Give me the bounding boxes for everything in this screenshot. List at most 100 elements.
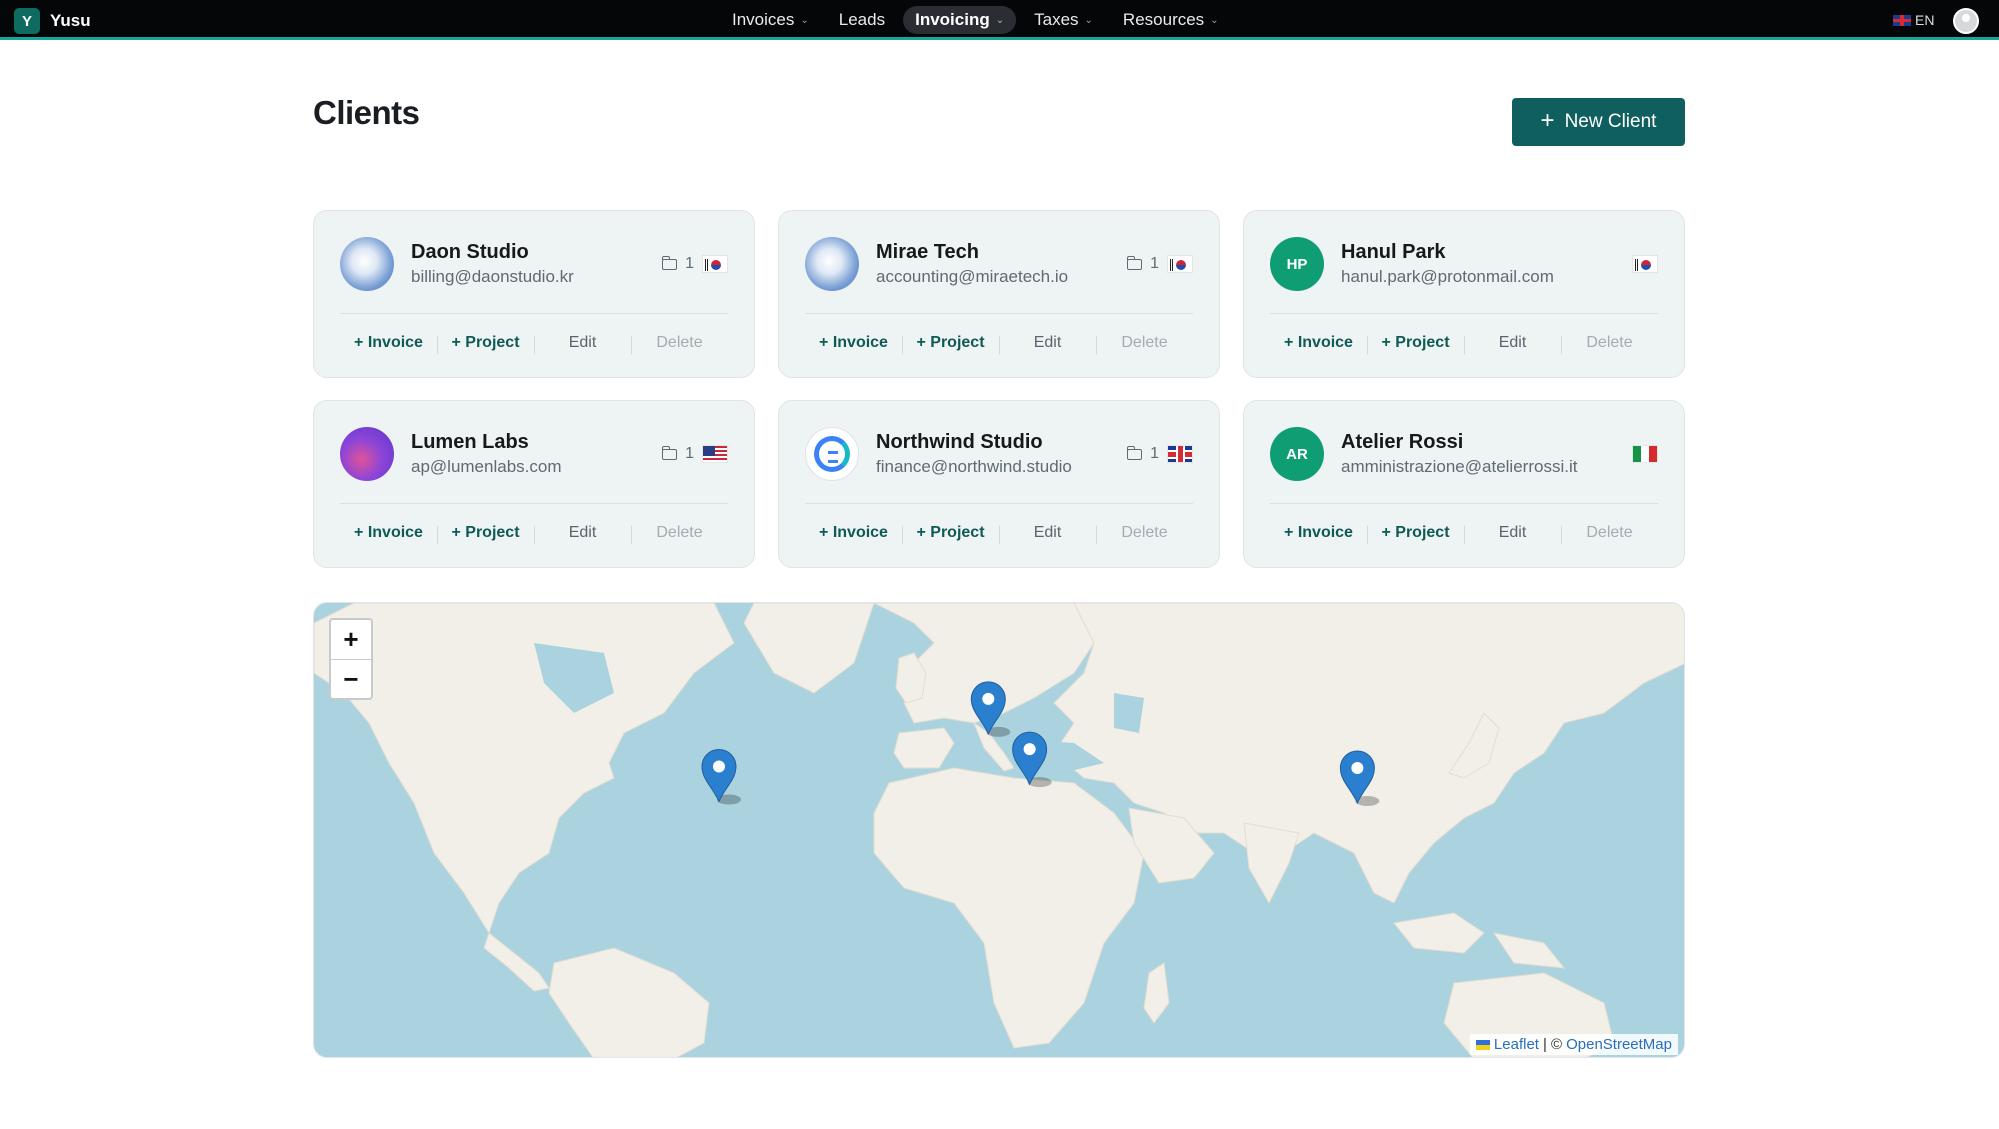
client-card: Daon Studio billing@daonstudio.kr 1 + In… [313,210,755,378]
client-initials: AR [1286,445,1308,463]
client-info: Atelier Rossi amministrazione@atelierros… [1341,429,1632,479]
edit-client-button[interactable]: Edit [999,334,1096,354]
client-name[interactable]: Lumen Labs [411,429,662,455]
pin-center-dot [1023,743,1036,756]
pin-center-dot [1351,762,1364,774]
top-navbar: Y Yusu Invoices ⌄ Leads Invoicing ⌄ Taxes ⌄… [0,0,1999,40]
add-project-button[interactable]: + Project [437,334,534,354]
kr-flag-icon [1167,255,1193,273]
kr-flag-icon [702,255,728,273]
chevron-down-icon: ⌄ [1210,14,1219,26]
us-flag-icon [702,445,728,463]
kr-flag-icon [1632,255,1658,273]
client-name[interactable]: Hanul Park [1341,239,1632,265]
card-actions: + Invoice + Project Edit Delete [1270,513,1658,553]
client-info: Mirae Tech accounting@miraetech.io [876,239,1127,289]
nav-label: Resources [1122,10,1205,29]
client-meta: 1 [661,255,728,273]
client-name[interactable]: Atelier Rossi [1341,429,1632,455]
client-header: HP Hanul Park hanul.park@protonmail.com [1270,237,1658,291]
project-count: 1 [685,445,694,462]
delete-client-button[interactable]: Delete [1561,524,1658,544]
user-avatar[interactable] [1953,8,1979,34]
client-avatar [805,427,859,481]
uk-flag-icon [1893,14,1911,26]
brand-logo[interactable]: Y Yusu [14,8,91,34]
openstreetmap-link[interactable]: OpenStreetMap [1566,1036,1672,1053]
plus-icon: + [1540,106,1555,134]
project-count: 1 [1150,445,1159,462]
edit-client-button[interactable]: Edit [999,524,1096,544]
add-project-button[interactable]: + Project [1367,524,1464,544]
brand-mark-icon: Y [14,8,40,34]
language-label: EN [1915,12,1935,28]
leaflet-link[interactable]: Leaflet [1494,1036,1539,1053]
nav-label: Invoices [732,10,795,29]
client-name[interactable]: Daon Studio [411,239,662,265]
client-email: accounting@miraetech.io [876,267,1069,286]
client-card-grid: Daon Studio billing@daonstudio.kr 1 + In… [313,210,1685,568]
map-marker-pin[interactable] [701,749,741,805]
client-info: Northwind Studio finance@northwind.studi… [876,429,1127,479]
brand-name: Yusu [50,11,91,30]
add-project-button[interactable]: + Project [1367,334,1464,354]
delete-client-button[interactable]: Delete [631,334,728,354]
client-avatar [340,237,394,291]
delete-client-button[interactable]: Delete [1096,334,1193,354]
nav-invoicing[interactable]: Invoicing ⌄ [903,6,1017,34]
folder-icon [661,255,678,270]
card-actions: + Invoice + Project Edit Delete [340,513,728,553]
client-info: Hanul Park hanul.park@protonmail.com [1341,239,1632,289]
pin-center-dot [982,692,995,705]
page-title: Clients [313,94,420,131]
nav-leads[interactable]: Leads [827,6,897,34]
nav-label: Invoicing [915,10,990,29]
client-email: ap@lumenlabs.com [411,457,562,476]
new-client-button[interactable]: + New Client [1512,98,1685,146]
edit-client-button[interactable]: Edit [1464,524,1561,544]
add-project-button[interactable]: + Project [902,334,999,354]
folder-icon [661,445,678,460]
card-actions: + Invoice + Project Edit Delete [340,323,728,363]
client-card: Northwind Studio finance@northwind.studi… [778,400,1220,568]
chevron-down-icon: ⌄ [800,14,809,26]
card-divider [1270,313,1658,314]
client-meta: 1 [1126,255,1193,273]
edit-client-button[interactable]: Edit [534,334,631,354]
client-meta [1632,445,1658,463]
northwind-logo-icon [814,436,850,472]
card-actions: + Invoice + Project Edit Delete [805,513,1193,553]
add-invoice-button[interactable]: + Invoice [805,524,902,542]
edit-client-button[interactable]: Edit [534,524,631,544]
client-header: Daon Studio billing@daonstudio.kr 1 [340,237,728,291]
delete-client-button[interactable]: Delete [1561,334,1658,354]
delete-client-button[interactable]: Delete [631,524,728,544]
client-name[interactable]: Northwind Studio [876,429,1127,455]
client-email: hanul.park@protonmail.com [1341,267,1554,286]
map-pin-icon [1012,731,1048,786]
add-project-button[interactable]: + Project [902,524,999,544]
delete-client-button[interactable]: Delete [1096,524,1193,544]
chevron-down-icon: ⌄ [1084,14,1093,26]
card-divider [340,503,728,504]
client-email: billing@daonstudio.kr [411,267,574,286]
pin-center-dot [712,760,725,773]
add-project-button[interactable]: + Project [437,524,534,544]
client-name[interactable]: Mirae Tech [876,239,1127,265]
edit-client-button[interactable]: Edit [1464,334,1561,354]
card-divider [805,503,1193,504]
add-invoice-button[interactable]: + Invoice [805,334,902,352]
zoom-out-button[interactable]: − [331,659,371,698]
client-meta [1632,255,1658,273]
zoom-in-button[interactable]: + [331,620,371,659]
client-map[interactable]: + − Leaflet | © OpenStreetMap [313,602,1685,1058]
nav-invoices[interactable]: Invoices ⌄ [720,6,821,34]
add-invoice-button[interactable]: + Invoice [340,524,437,542]
add-invoice-button[interactable]: + Invoice [340,334,437,352]
add-invoice-button[interactable]: + Invoice [1270,334,1367,352]
nav-resources[interactable]: Resources ⌄ [1111,6,1231,34]
client-email: finance@northwind.studio [876,457,1072,476]
add-invoice-button[interactable]: + Invoice [1270,524,1367,542]
language-switcher[interactable]: EN [1893,12,1934,28]
nav-taxes[interactable]: Taxes ⌄ [1022,6,1105,34]
